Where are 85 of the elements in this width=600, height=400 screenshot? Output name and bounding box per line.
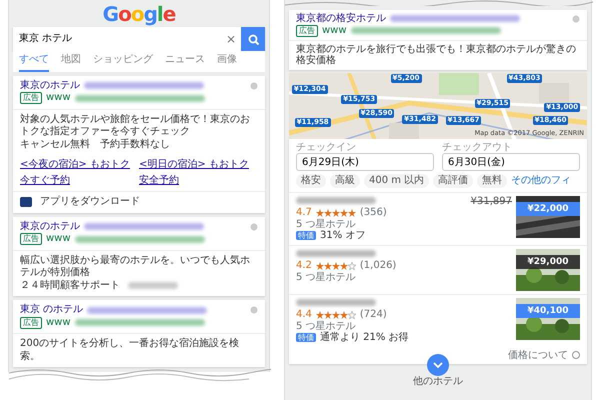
star-icon: [348, 262, 356, 270]
result-title[interactable]: 東京 のホテル: [20, 304, 84, 316]
result-description: 200のサイトを分析し、一番お得な宿泊施設を検索。: [20, 338, 240, 363]
old-price: ¥31,897: [470, 196, 512, 207]
date-field[interactable]: 6月30日(金): [442, 153, 580, 171]
sitelink[interactable]: <明日の宿泊> もおトク: [139, 159, 249, 170]
chevron-down-icon: [433, 361, 443, 369]
info-icon[interactable]: [250, 222, 258, 231]
ad-badge: 広告: [296, 24, 318, 36]
deal-badge: 特価: [296, 231, 316, 240]
result-title[interactable]: 東京のホテル: [20, 220, 80, 233]
deal-text: 通常より 21% お得: [320, 332, 409, 344]
more-hotels-label[interactable]: 他のホテル: [413, 376, 463, 388]
result-detail: キャンセル無料 予約手数料なし: [20, 138, 170, 151]
star-icon: [340, 262, 348, 270]
star-icon: [324, 310, 332, 319]
rating-value: 4.7: [296, 207, 312, 218]
hotel-class: 5 つ星ホテル: [296, 320, 357, 332]
star-icon: [332, 208, 340, 217]
date-label: チェックアウト: [442, 142, 513, 153]
search-tab[interactable]: 地図: [61, 54, 81, 72]
review-count: (1,026): [360, 260, 396, 272]
star-icon: [332, 262, 340, 270]
star-icon: [316, 262, 324, 270]
info-icon[interactable]: [572, 14, 580, 23]
deal-badge: 特価: [296, 333, 316, 342]
filter-chip[interactable]: 400 m 以内: [364, 174, 430, 188]
app-download-link[interactable]: アプリをダウンロード: [40, 196, 140, 208]
clear-button[interactable]: ×: [220, 32, 241, 46]
filter-chip[interactable]: 高級: [330, 174, 360, 188]
search-tab[interactable]: 画像: [217, 54, 237, 72]
star-icon: [324, 208, 332, 217]
info-icon[interactable]: [250, 82, 258, 90]
more-button[interactable]: [427, 354, 449, 376]
sitelink[interactable]: 今すぐ予約: [20, 174, 70, 186]
hotel-class: 5 つ星ホテル: [296, 218, 357, 230]
sitelink[interactable]: <今夜の宿泊> もおトク: [20, 159, 130, 170]
result-description: 対象の人気ホテルや旅館をセール価格で！東京のおトクな指定オファーを今すぐチェック: [20, 114, 251, 138]
star-icon: [316, 310, 324, 319]
deal-text: 31% オフ: [320, 230, 366, 242]
search-tab[interactable]: ニュース: [165, 54, 205, 72]
info-icon[interactable]: [250, 306, 258, 314]
star-icon: [340, 310, 348, 319]
price-badge: ¥29,000: [516, 254, 580, 269]
result-title[interactable]: 東京のホテル: [20, 80, 80, 92]
star-icon: [332, 310, 340, 319]
rating-value: 4.2: [296, 260, 312, 272]
star-icon: [340, 208, 348, 217]
filter-chip[interactable]: その他のフィ: [511, 174, 572, 188]
price-badge: ¥40,100: [516, 304, 580, 318]
filter-chip[interactable]: 無料: [477, 174, 508, 188]
star-icon: [316, 208, 324, 217]
star-icon: [348, 310, 356, 319]
url-text: www: [46, 233, 71, 246]
google-logo: Google: [102, 1, 176, 27]
url-text: www: [322, 24, 347, 36]
review-count: (724): [360, 309, 387, 320]
ad-badge: 広告: [20, 233, 42, 246]
result-description: 幅広い選択肢から最寄のホテルを。いつでも人気ホテルが特別価格: [20, 254, 251, 280]
app-icon: [20, 197, 32, 208]
ad-badge: 広告: [20, 92, 42, 104]
star-icon: [324, 262, 332, 270]
filter-chip[interactable]: 格安: [296, 174, 326, 188]
search-icon: [248, 34, 258, 44]
filter-chip[interactable]: 高評価: [433, 174, 474, 188]
info-icon[interactable]: [572, 351, 580, 360]
result-detail: ２４時間顧客サポート: [20, 280, 120, 292]
review-count: (356): [360, 207, 387, 218]
price-badge: ¥22,000: [516, 202, 580, 216]
hotel-class: 5 つ星ホテル: [296, 272, 357, 283]
url-text: www: [46, 316, 71, 329]
url-text: www: [46, 92, 71, 104]
price-note: 価格について: [508, 350, 568, 361]
result-title[interactable]: 東京都の格安ホテル: [296, 13, 386, 24]
ad-badge: 広告: [20, 316, 42, 329]
date-field[interactable]: 6月29日(木): [296, 153, 434, 171]
date-label: チェックイン: [296, 142, 357, 153]
blurred-text: [128, 282, 178, 290]
result-description: 東京都のホテルを旅行でも出張でも！東京都のホテルが驚きの格安価格: [296, 44, 577, 66]
star-icon: [348, 208, 356, 217]
search-button[interactable]: [241, 27, 265, 51]
rating-value: 4.4: [296, 309, 312, 320]
search-tab[interactable]: ショッピング: [93, 54, 153, 72]
search-tab[interactable]: すべて: [19, 54, 49, 72]
sitelink[interactable]: 安全予約: [139, 174, 179, 186]
